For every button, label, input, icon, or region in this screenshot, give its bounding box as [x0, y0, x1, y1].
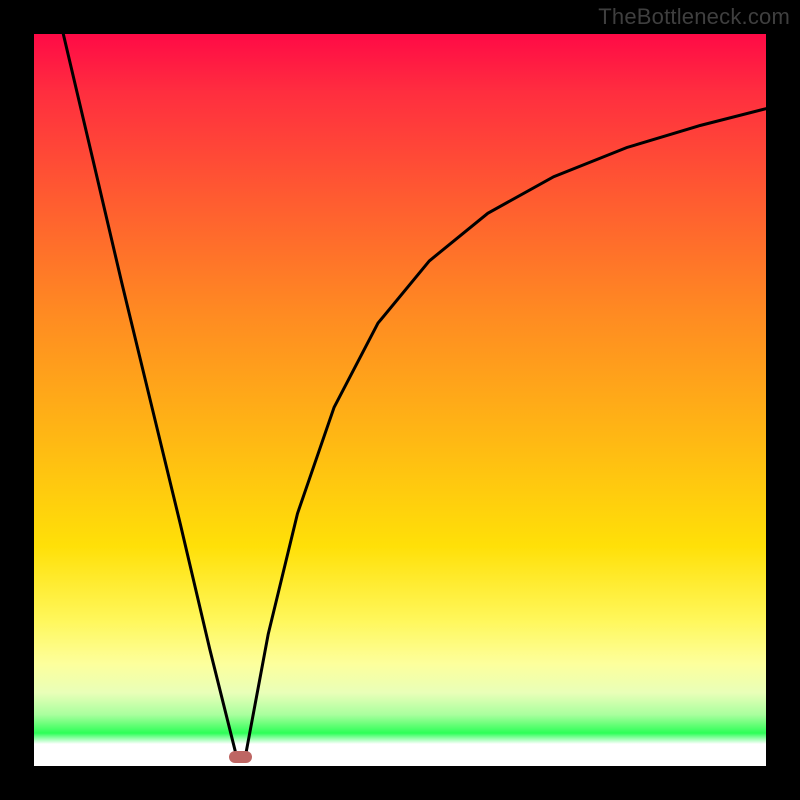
curve-right-branch: [246, 109, 766, 752]
curve-left-branch: [63, 34, 235, 751]
plot-area: [34, 34, 766, 766]
watermark-text: TheBottleneck.com: [598, 4, 790, 30]
minimum-marker: [229, 751, 252, 763]
chart-frame: TheBottleneck.com: [0, 0, 800, 800]
curve-layer: [34, 34, 766, 766]
